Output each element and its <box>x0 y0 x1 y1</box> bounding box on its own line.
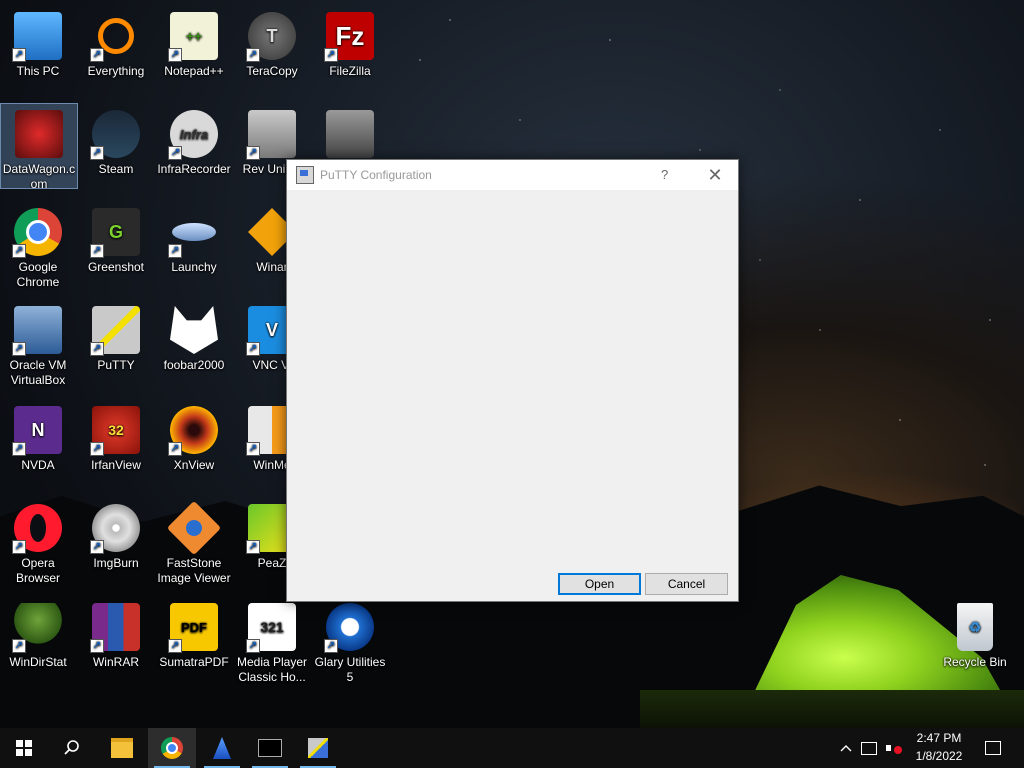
notification-icon <box>985 741 1001 755</box>
desktop-icon-sumatrapdf[interactable]: PDF ↗ SumatraPDF <box>156 597 232 670</box>
speaker-muted-icon <box>886 742 902 754</box>
open-button[interactable]: Open <box>558 573 641 595</box>
windows-logo-icon <box>16 740 32 756</box>
desktop-icon-foobar2000[interactable]: foobar2000 <box>156 300 232 373</box>
desktop-icon-windirstat[interactable]: ↗ WinDirStat <box>0 597 76 670</box>
close-button[interactable]: ✕ <box>703 164 727 186</box>
desktop-icon-this-pc[interactable]: ↗ This PC <box>0 6 76 79</box>
steam-icon: ↗ <box>90 110 140 160</box>
taskbar-app-blue[interactable] <box>198 728 246 768</box>
computer-icon: ↗ <box>12 12 62 62</box>
network-tray-button[interactable] <box>858 728 880 768</box>
dialog-body <box>287 190 738 601</box>
search-icon <box>64 740 79 755</box>
desktop-icon-lock-app[interactable] <box>312 104 388 162</box>
cancel-button[interactable]: Cancel <box>645 573 728 595</box>
filezilla-icon: Fz ↗ <box>324 12 374 62</box>
disc-icon: ↗ <box>90 504 140 554</box>
magnifier-icon: ↗ <box>90 12 140 62</box>
winrar-books-icon: ↗ <box>90 603 140 653</box>
foobar-cat-icon <box>170 306 218 354</box>
desktop-icon-teracopy[interactable]: T ↗ TeraCopy <box>234 6 310 79</box>
desktop-icon-imgburn[interactable]: ↗ ImgBurn <box>78 498 154 571</box>
padlock-icon <box>326 110 374 158</box>
taskbar: 2:47 PM 1/8/2022 <box>0 728 1024 768</box>
windirstat-tree-icon: ↗ <box>12 603 62 653</box>
action-center-button[interactable] <box>978 728 1008 768</box>
putty-config-dialog: PuTTY Configuration ? ✕ Open Cancel <box>286 159 739 602</box>
putty-icon: ↗ <box>90 306 140 356</box>
desktop-icon-nvda[interactable]: N ↗ NVDA <box>0 400 76 473</box>
start-button[interactable] <box>0 728 48 768</box>
notepadpp-icon: ++ ↗ <box>168 12 218 62</box>
chrome-icon: ↗ <box>12 208 62 258</box>
clock-time[interactable]: 2:47 PM <box>910 731 968 745</box>
desktop-icon-faststone[interactable]: FastStone Image Viewer <box>156 498 232 586</box>
desktop-icon-winrar[interactable]: ↗ WinRAR <box>78 597 154 670</box>
taskbar-file-explorer[interactable] <box>98 728 146 768</box>
chevron-up-icon <box>840 745 852 752</box>
desktop-icon-putty[interactable]: ↗ PuTTY <box>78 300 154 373</box>
taskbar-putty[interactable] <box>294 728 342 768</box>
putty-icon <box>308 738 328 758</box>
teracopy-icon: T ↗ <box>246 12 296 62</box>
network-icon <box>861 741 877 755</box>
desktop-icon-mpc[interactable]: 321 ↗ Media Player Classic Ho... <box>234 597 310 685</box>
clock-date[interactable]: 1/8/2022 <box>910 749 968 763</box>
desktop-icon-virtualbox[interactable]: ↗ Oracle VM VirtualBox <box>0 300 76 388</box>
desktop-icon-recycle-bin[interactable]: ♻ Recycle Bin <box>937 597 1013 670</box>
dialog-titlebar[interactable]: PuTTY Configuration ? ✕ <box>287 160 738 190</box>
taskbar-chrome[interactable] <box>148 728 196 768</box>
desktop-icon-infrarecorder[interactable]: Infra ↗ InfraRecorder <box>156 104 232 177</box>
help-button[interactable]: ? <box>661 167 668 182</box>
virtualbox-icon: ↗ <box>12 306 62 356</box>
ufo-icon: ↗ <box>168 208 218 258</box>
greenshot-icon: G ↗ <box>90 208 140 258</box>
taskbar-terminal[interactable] <box>246 728 294 768</box>
xnview-eye-icon: ↗ <box>168 406 218 456</box>
revo-uninstaller-icon: ↗ <box>246 110 296 160</box>
blue-flame-icon <box>213 737 231 759</box>
putty-icon <box>296 166 314 184</box>
nvda-icon: N ↗ <box>12 406 62 456</box>
folder-icon <box>111 738 133 758</box>
desktop-icon-irfanview[interactable]: 32 ↗ IrfanView <box>78 400 154 473</box>
desktop-icon-filezilla[interactable]: Fz ↗ FileZilla <box>312 6 388 79</box>
datawagon-icon <box>15 110 63 158</box>
dialog-title: PuTTY Configuration <box>320 168 432 182</box>
desktop-icon-launchy[interactable]: ↗ Launchy <box>156 202 232 275</box>
chrome-icon <box>161 737 183 759</box>
desktop-icon-glary[interactable]: ↗ Glary Utilities 5 <box>312 597 388 685</box>
irfanview-icon: 32 ↗ <box>90 406 140 456</box>
desktop-icon-greenshot[interactable]: G ↗ Greenshot <box>78 202 154 275</box>
infrarecorder-icon: Infra ↗ <box>168 110 218 160</box>
volume-tray-button[interactable] <box>882 728 904 768</box>
desktop-icon-opera[interactable]: ↗ Opera Browser <box>0 498 76 586</box>
show-hidden-icons-button[interactable] <box>836 728 856 768</box>
opera-icon: ↗ <box>12 504 62 554</box>
desktop-icon-google-chrome[interactable]: ↗ Google Chrome <box>0 202 76 290</box>
desktop-icon-xnview[interactable]: ↗ XnView <box>156 400 232 473</box>
faststone-eye-icon <box>166 500 222 556</box>
sumatrapdf-icon: PDF ↗ <box>168 603 218 653</box>
terminal-icon <box>258 739 282 757</box>
recycle-bin-icon: ♻ <box>957 603 993 651</box>
glary-utilities-icon: ↗ <box>324 603 374 653</box>
desktop-icon-steam[interactable]: ↗ Steam <box>78 104 154 177</box>
desktop-icon-notepadpp[interactable]: ++ ↗ Notepad++ <box>156 6 232 79</box>
desktop-icon-datawagon[interactable]: DataWagon.c om <box>0 103 78 191</box>
clapperboard-icon: 321 ↗ <box>246 603 296 653</box>
desktop-icon-everything[interactable]: ↗ Everything <box>78 6 154 79</box>
search-button[interactable] <box>48 728 96 768</box>
